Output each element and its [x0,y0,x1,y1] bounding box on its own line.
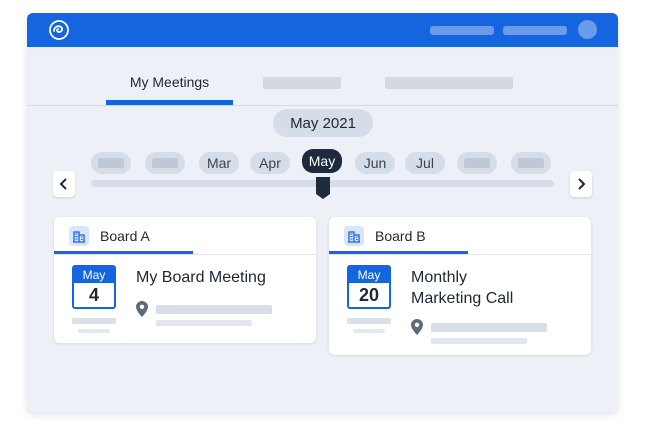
divider [329,254,591,255]
time-placeholder [78,329,110,333]
month-pill-apr[interactable]: Apr [250,152,290,174]
tab-placeholder[interactable] [385,77,513,89]
month-pill-placeholder[interactable] [145,152,185,174]
meeting-day: 4 [88,285,99,305]
chevron-right-icon [578,178,586,190]
chevron-left-icon [59,178,67,190]
meeting-date-calendar: May 4 [72,265,116,309]
location-placeholder [156,305,272,314]
board-card-header: Board B [329,217,591,253]
building-icon [344,226,364,246]
meeting-title[interactable]: Monthly Marketing Call [411,267,513,309]
avatar[interactable] [578,20,597,39]
meeting-month: May [349,267,389,283]
timeline-slider-thumb[interactable] [315,176,331,200]
next-month-button[interactable] [570,171,592,197]
board-name: Board B [375,228,426,244]
board-card-b[interactable]: Board B May 20 Monthly Marketing Call [329,217,591,355]
month-pill-placeholder[interactable] [457,152,497,174]
month-pill-may[interactable]: May [302,149,342,173]
top-bar [27,13,618,47]
prev-month-button[interactable] [53,171,75,197]
location-detail-placeholder [431,338,527,344]
tab-placeholder[interactable] [263,77,341,89]
current-month-label[interactable]: May 2021 [273,109,373,137]
meeting-month: May [74,267,114,283]
board-card-a[interactable]: Board A May 4 My Board Meeting [54,217,316,343]
top-nav-placeholder[interactable] [430,26,494,35]
month-pill-placeholder[interactable] [511,152,551,174]
location-placeholder [431,323,547,332]
month-placeholder [98,158,124,168]
time-placeholder [72,318,116,324]
meeting-day: 20 [358,285,380,305]
month-pill-placeholder[interactable] [91,152,131,174]
tab-bar: My Meetings [27,47,618,106]
app-logo-icon[interactable] [48,19,70,41]
board-card-header: Board A [54,217,316,253]
top-nav-placeholder[interactable] [503,26,567,35]
time-placeholder [347,318,391,324]
building-icon [69,226,89,246]
app-window: My Meetings May 2021 Mar Apr May Jun Jul… [27,13,618,413]
month-placeholder [464,158,490,168]
month-pill-jul[interactable]: Jul [405,152,445,174]
board-name: Board A [100,228,150,244]
month-pill-mar[interactable]: Mar [199,152,239,174]
divider [54,254,316,255]
tab-my-meetings[interactable]: My Meetings [107,74,232,90]
location-pin-icon [411,319,423,335]
month-placeholder [152,158,178,168]
time-placeholder [353,329,385,333]
month-placeholder [518,158,544,168]
location-pin-icon [136,301,148,317]
active-tab-indicator [106,100,233,105]
meeting-title[interactable]: My Board Meeting [136,267,266,288]
location-detail-placeholder [156,320,252,326]
meeting-date-calendar: May 20 [347,265,391,309]
month-pill-jun[interactable]: Jun [355,152,395,174]
